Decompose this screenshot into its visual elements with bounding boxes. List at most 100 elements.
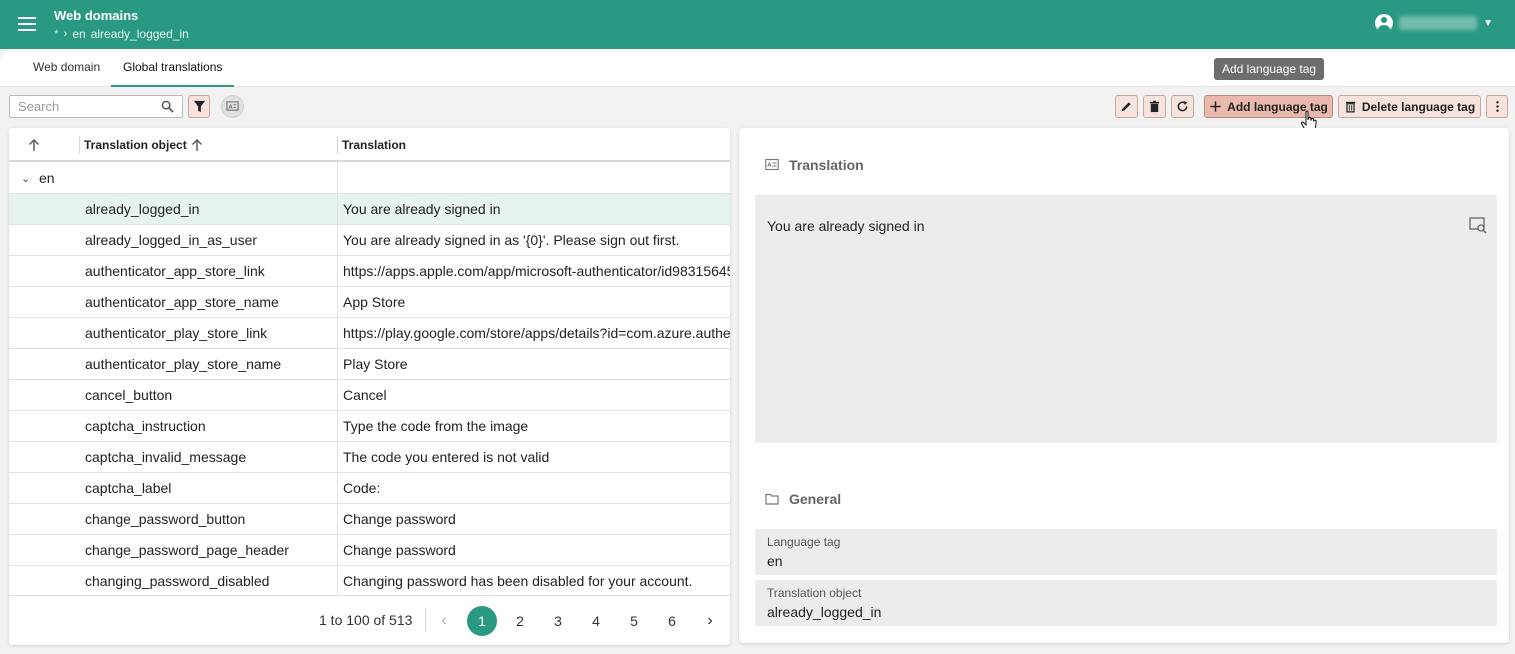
sort-up-icon[interactable] (27, 138, 41, 152)
filter-icon (193, 100, 205, 113)
page-button-2[interactable]: 2 (505, 606, 535, 636)
previous-page-button[interactable]: ‹ (429, 606, 459, 636)
language-tag-field: Language tag en (755, 529, 1497, 575)
user-avatar-icon (1375, 14, 1394, 32)
delete-button[interactable] (1143, 95, 1166, 118)
table-row[interactable]: captcha_invalid_message The code you ente… (9, 442, 730, 473)
svg-text:A: A (767, 163, 772, 169)
section-label: Translation (789, 157, 864, 173)
translation-cell: The code you entered is not valid (343, 449, 550, 465)
translation-cell: You are already signed in as '{0}'. Plea… (343, 232, 680, 248)
table-row[interactable]: authenticator_app_store_name App Store (9, 287, 730, 318)
page-button-4[interactable]: 4 (581, 606, 611, 636)
translation-cell: Change password (343, 511, 456, 527)
column-divider[interactable] (337, 136, 338, 154)
column-header-translation[interactable]: Translation (342, 128, 406, 162)
translation-object-cell: captcha_instruction (85, 418, 206, 434)
breadcrumb-root[interactable]: * (54, 27, 59, 41)
translation-cell: Type the code from the image (343, 418, 529, 434)
folder-icon (765, 493, 779, 505)
translation-field[interactable]: You are already signed in (755, 195, 1497, 443)
translation-object-field: Translation object already_logged_in (755, 580, 1497, 626)
table-row[interactable]: authenticator_play_store_name Play Store (9, 349, 730, 380)
caret-down-icon: ▼ (1483, 17, 1493, 29)
general-section-title: General (765, 491, 841, 507)
more-options-button[interactable] (1486, 95, 1508, 118)
table-row[interactable]: already_logged_in_as_user You are already… (9, 225, 730, 256)
tooltip: Add language tag (1214, 58, 1325, 80)
refresh-icon (1177, 100, 1188, 112)
table-row[interactable]: authenticator_play_store_link https://pla… (9, 318, 730, 349)
group-row-en[interactable]: ⌄ en (9, 162, 730, 194)
translate-toggle-button[interactable]: A (221, 95, 244, 118)
field-value: en (767, 553, 783, 569)
translation-cell: Changing password has been disabled for … (343, 573, 693, 589)
svg-text:A: A (228, 104, 233, 110)
delete-language-tag-button[interactable]: Delete language tag (1338, 95, 1481, 118)
translations-grid: Translation object Translation ⌄ en alre… (9, 128, 730, 645)
pagination-info: 1 to 100 of 513 (319, 612, 413, 628)
table-row[interactable]: change_password_page_header Change passwo… (9, 535, 730, 566)
next-page-button[interactable]: › (695, 606, 725, 636)
refresh-button[interactable] (1171, 95, 1194, 118)
breadcrumb: * › en already_logged_in (54, 27, 189, 41)
page-button-5[interactable]: 5 (619, 606, 649, 636)
table-row[interactable]: already_logged_in You are already signed … (9, 194, 730, 225)
search-icon[interactable] (161, 100, 174, 113)
field-label: Translation object (767, 586, 862, 600)
filter-button[interactable] (188, 95, 210, 118)
translation-object-cell: captcha_invalid_message (85, 449, 247, 465)
translation-object-cell: change_password_page_header (85, 542, 289, 558)
search-input[interactable] (10, 96, 150, 117)
field-value: already_logged_in (767, 604, 882, 620)
translation-cell: Code: (343, 480, 381, 496)
trash-outline-icon (1345, 101, 1355, 113)
plus-icon (1210, 101, 1221, 112)
translation-cell: You are already signed in (343, 201, 501, 217)
column-divider[interactable] (79, 136, 80, 154)
page-button-1[interactable]: 1 (467, 606, 497, 636)
translation-object-cell: authenticator_play_store_name (85, 356, 282, 372)
translation-object-cell: authenticator_app_store_name (85, 294, 279, 310)
translation-object-cell: change_password_button (85, 511, 246, 527)
table-row[interactable]: cancel_button Cancel (9, 380, 730, 411)
table-row[interactable]: changing_password_disabled Changing passw… (9, 566, 730, 597)
tab-web-domain[interactable]: Web domain (21, 49, 112, 87)
translation-object-cell: cancel_button (85, 387, 173, 403)
translation-value: You are already signed in (767, 218, 925, 234)
translation-object-cell: authenticator_app_store_link (85, 263, 265, 279)
translation-object-cell: authenticator_play_store_link (85, 325, 268, 341)
pencil-icon (1121, 102, 1131, 112)
sort-ascending-icon[interactable] (190, 138, 204, 152)
add-language-tag-label: Add language tag (1227, 99, 1328, 114)
chevron-down-icon[interactable]: ⌄ (21, 172, 30, 185)
page-button-6[interactable]: 6 (657, 606, 687, 636)
breadcrumb-language[interactable]: en (72, 27, 85, 41)
field-label: Language tag (767, 535, 841, 549)
more-vert-icon (1495, 101, 1499, 112)
pagination: 1 to 100 of 513 ‹ 1 2 3 4 5 6 › (9, 595, 730, 645)
translation-cell: https://play.google.com/store/apps/detai… (343, 325, 730, 341)
menu-icon[interactable] (18, 17, 36, 31)
user-menu[interactable]: ▼ (1375, 14, 1493, 32)
group-label: en (39, 170, 55, 186)
breadcrumb-object: already_logged_in (90, 27, 189, 41)
table-row[interactable]: change_password_button Change password (9, 504, 730, 535)
search-field[interactable] (9, 95, 183, 118)
add-language-tag-button[interactable]: Add language tag (1204, 95, 1333, 118)
user-name-blurred (1399, 16, 1478, 30)
translation-cell: Cancel (343, 387, 387, 403)
table-row[interactable]: captcha_instruction Type the code from th… (9, 411, 730, 442)
tab-global-translations[interactable]: Global translations (111, 49, 235, 87)
table-row[interactable]: captcha_label Code: (9, 473, 730, 504)
chevron-right-icon: › (63, 28, 68, 40)
translate-icon: A (765, 158, 779, 171)
page-title: Web domains (54, 8, 139, 23)
column-header-label: Translation object (84, 138, 187, 152)
page-button-3[interactable]: 3 (543, 606, 573, 636)
table-row[interactable]: authenticator_app_store_link https://apps… (9, 256, 730, 287)
open-editor-icon[interactable] (1469, 216, 1487, 234)
column-header-translation-object[interactable]: Translation object (84, 128, 187, 162)
edit-button[interactable] (1115, 95, 1138, 118)
translation-cell: https://apps.apple.com/app/microsoft-aut… (343, 263, 730, 279)
